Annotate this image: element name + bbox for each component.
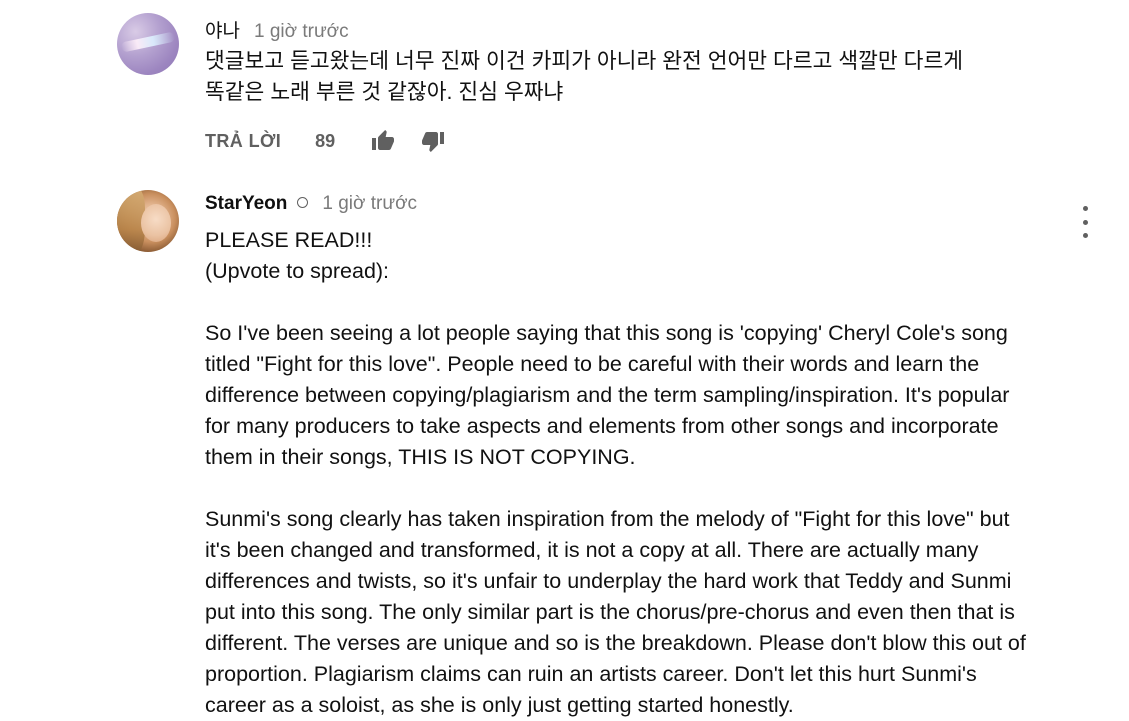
comment-header: 야나 1 giờ trước (205, 16, 349, 43)
like-button[interactable] (369, 128, 397, 154)
comment-timestamp[interactable]: 1 giờ trước (254, 21, 349, 43)
avatar[interactable] (117, 13, 179, 75)
reply-button[interactable]: TRẢ LỜI (205, 131, 281, 152)
channel-owner-ring-icon (297, 197, 309, 208)
comment-author[interactable]: 야나 (205, 16, 240, 43)
dislike-button[interactable] (419, 128, 447, 154)
thumbs-up-icon (372, 130, 395, 150)
comment-actions: TRẢ LỜI 89 (205, 128, 447, 154)
avatar[interactable] (117, 190, 179, 252)
comment-header: StarYeon 1 giờ trước (205, 193, 417, 215)
avatar-face (141, 204, 171, 242)
comment-text: 댓글보고 듣고왔는데 너무 진짜 이건 카피가 아니라 완전 언어만 다르고 색… (205, 49, 964, 104)
more-dot (1082, 219, 1088, 225)
thumbs-down-icon (422, 132, 445, 152)
avatar-light-streak (120, 31, 176, 53)
more-dot (1082, 206, 1088, 211)
comment-author[interactable]: StarYeon (205, 193, 287, 215)
more-vert-icon[interactable] (1073, 206, 1097, 238)
comment-timestamp[interactable]: 1 giờ trước (322, 193, 417, 215)
more-dot (1082, 233, 1088, 238)
like-count: 89 (315, 130, 336, 151)
comment-text: PLEASE READ!!! (Upvote to spread): So I'… (205, 228, 1026, 717)
